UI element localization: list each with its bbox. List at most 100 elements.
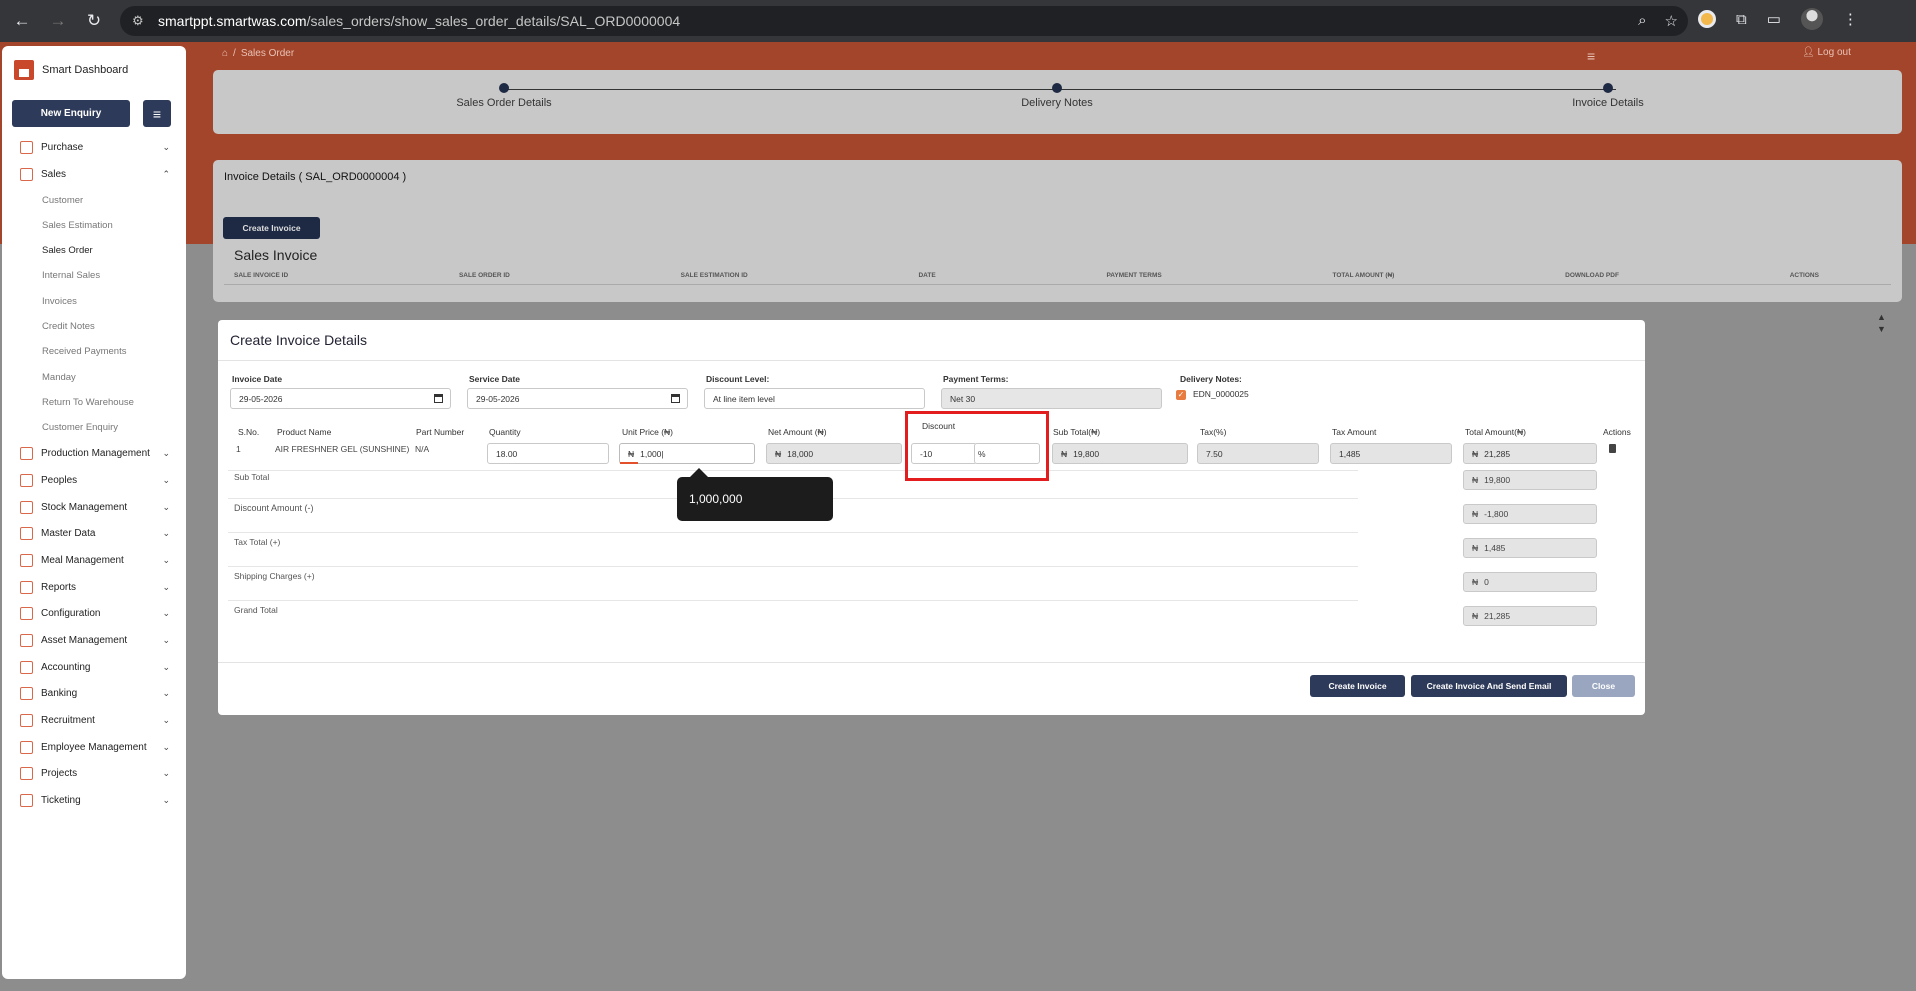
create-invoice-button[interactable]: Create Invoice: [1310, 675, 1405, 697]
row-part-number: N/A: [415, 444, 430, 454]
quantity-input[interactable]: 18.00: [487, 443, 609, 464]
close-button[interactable]: Close: [1572, 675, 1635, 697]
puzzle-icon[interactable]: ⧉: [1736, 11, 1747, 28]
discount-level-select[interactable]: At line item level: [704, 388, 925, 409]
recruit-icon: [20, 714, 33, 728]
chevron-down-icon: ⌄: [162, 715, 170, 726]
forward-icon[interactable]: →: [44, 7, 72, 35]
brand[interactable]: Smart Dashboard: [14, 60, 128, 80]
sidebar-subitem-sales-order[interactable]: Sales Order: [2, 238, 186, 263]
sidebar-subitem-return-to-warehouse[interactable]: Return To Warehouse: [2, 390, 186, 415]
create-invoice-send-email-button[interactable]: Create Invoice And Send Email: [1411, 675, 1567, 697]
sidebar-item-meal-management[interactable]: Meal Management ⌄: [2, 547, 186, 574]
summary-discount-amount: ₦ -1,800: [1463, 504, 1597, 524]
col-header-quantity: Quantity: [489, 427, 521, 437]
sidebar-item-employee-management[interactable]: Employee Management ⌄: [2, 734, 186, 761]
menu-toggle-icon[interactable]: ≡: [143, 100, 171, 127]
tax-total-label: Tax Total (+): [234, 537, 281, 547]
people-icon: [20, 473, 33, 487]
sales-icon: [20, 167, 33, 181]
more-menu-icon[interactable]: ⋮: [1843, 10, 1858, 28]
profile-avatar[interactable]: [1800, 8, 1823, 30]
reload-icon[interactable]: ↻: [80, 7, 108, 35]
sidebar-item-accounting[interactable]: Accounting ⌄: [2, 654, 186, 681]
step-invoice-details[interactable]: Invoice Details: [1508, 82, 1708, 109]
calendar-icon[interactable]: [671, 394, 680, 403]
back-icon[interactable]: ←: [8, 7, 36, 35]
media-icon[interactable]: ▭: [1767, 10, 1781, 28]
sidebar-item-ticketing[interactable]: Ticketing ⌄: [2, 787, 186, 814]
sales-invoice-title: Sales Invoice: [234, 247, 318, 263]
sidebar-item-reports[interactable]: Reports ⌄: [2, 574, 186, 601]
sidebar-subitem-customer[interactable]: Customer: [2, 187, 186, 212]
service-date-label: Service Date: [469, 374, 521, 384]
divider: [228, 566, 1358, 567]
order-stepper: Sales Order Details Delivery Notes Invoi…: [213, 70, 1902, 134]
sidebar-item-purchase[interactable]: Purchase ⌄: [2, 134, 186, 161]
invoice-details-card: Invoice Details ( SAL_ORD0000004 ) Creat…: [213, 160, 1902, 302]
discount-highlight: [905, 411, 1049, 481]
discount-level-label: Discount Level:: [706, 374, 770, 384]
site-settings-icon[interactable]: ⚙: [132, 13, 150, 29]
calendar-icon[interactable]: [434, 394, 443, 403]
sidebar-item-configuration[interactable]: Configuration ⌄: [2, 600, 186, 627]
sidebar-subitem-internal-sales[interactable]: Internal Sales: [2, 263, 186, 288]
hamburger-icon[interactable]: ≡: [1587, 48, 1595, 64]
step-dot: [1603, 83, 1613, 93]
chevron-down-icon: ⌄: [162, 474, 170, 485]
invoice-date-label: Invoice Date: [232, 374, 283, 384]
address-bar[interactable]: ⚙ smartppt.smartwas.com/sales_orders/sho…: [120, 6, 1688, 36]
sidebar-subitem-sales-estimation[interactable]: Sales Estimation: [2, 213, 186, 238]
divider: [218, 662, 1645, 663]
summary-shipping-charges[interactable]: ₦ 0: [1463, 572, 1597, 592]
bookmark-star-icon[interactable]: ☆: [1665, 12, 1678, 30]
sidebar-item-asset-management[interactable]: Asset Management ⌄: [2, 627, 186, 654]
browser-toolbar: ← → ↻ ⚙ smartppt.smartwas.com/sales_orde…: [0, 0, 1916, 42]
step-sales-order-details[interactable]: Sales Order Details: [404, 82, 604, 109]
sidebar-item-recruitment[interactable]: Recruitment ⌄: [2, 707, 186, 734]
create-invoice-open-button[interactable]: Create Invoice: [223, 217, 320, 239]
tax-percent-field: 7.50: [1197, 443, 1319, 464]
sidebar-subitem-manday[interactable]: Manday: [2, 364, 186, 389]
sub-total-label: Sub Total: [234, 472, 270, 482]
gear-icon: [20, 447, 33, 461]
scroll-arrows[interactable]: ▲ ▼: [1877, 311, 1886, 335]
meal-icon: [20, 553, 33, 567]
sidebar-subitem-customer-enquiry[interactable]: Customer Enquiry: [2, 415, 186, 440]
chevron-down-icon: ⌄: [162, 635, 170, 645]
home-icon[interactable]: ⌂: [222, 48, 228, 59]
delete-row-icon[interactable]: [1609, 444, 1616, 453]
bank-icon: [20, 687, 33, 701]
sidebar-subitem-invoices[interactable]: Invoices: [2, 289, 186, 314]
delivery-note-checkbox[interactable]: ✓: [1176, 390, 1186, 400]
sidebar-item-projects[interactable]: Projects ⌄: [2, 761, 186, 788]
payment-terms-label: Payment Terms:: [943, 374, 1009, 384]
sidebar-item-stock-management[interactable]: Stock Management ⌄: [2, 494, 186, 521]
sidebar-subitem-received-payments[interactable]: Received Payments: [2, 339, 186, 364]
new-enquiry-button[interactable]: New Enquiry: [12, 100, 130, 127]
extension-icon[interactable]: [1698, 10, 1716, 28]
focus-indicator: [620, 462, 638, 464]
step-delivery-notes[interactable]: Delivery Notes: [957, 82, 1157, 109]
sidebar-item-banking[interactable]: Banking ⌄: [2, 681, 186, 708]
invoice-date-field[interactable]: 29-05-2026: [230, 388, 451, 409]
zoom-icon[interactable]: ⌕: [1638, 12, 1646, 30]
url-text: smartppt.smartwas.com/sales_orders/show_…: [158, 13, 681, 29]
chevron-down-icon: ⌄: [162, 741, 170, 752]
payment-terms-field: Net 30: [941, 388, 1162, 409]
divider: [228, 470, 1358, 471]
chevron-down-icon: ⌄: [162, 501, 170, 512]
unit-price-tooltip: 1,000,000: [677, 477, 833, 521]
sidebar-item-production-management[interactable]: Production Management ⌄: [2, 440, 186, 467]
service-date-field[interactable]: 29-05-2026: [467, 388, 688, 409]
sidebar-item-peoples[interactable]: Peoples ⌄: [2, 467, 186, 494]
sidebar-item-master-data[interactable]: Master Data ⌄: [2, 520, 186, 547]
sidebar-item-sales[interactable]: Sales ⌃: [2, 161, 186, 188]
unit-price-input[interactable]: ₦ 1,000 |: [619, 443, 755, 464]
create-invoice-modal: Create Invoice Details Invoice Date 29-0…: [218, 320, 1645, 715]
logout-link[interactable]: 👤︎ Log out: [1802, 47, 1851, 58]
sidebar-subitem-credit-notes[interactable]: Credit Notes: [2, 314, 186, 339]
col-header-product: Product Name: [277, 427, 332, 437]
chevron-down-icon: ⌄: [162, 661, 170, 672]
summary-tax-total: ₦ 1,485: [1463, 538, 1597, 558]
